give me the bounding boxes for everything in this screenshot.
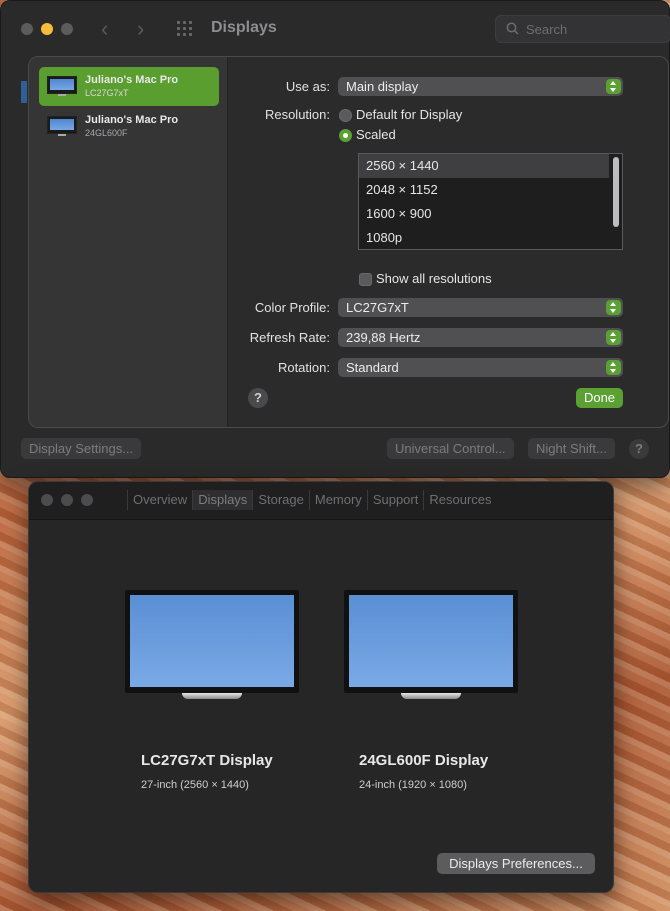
- monitor-spec: 27-inch (2560 × 1440): [141, 779, 249, 791]
- color-profile-popup[interactable]: LC27G7xT: [338, 298, 623, 317]
- scaled-resolution-radio[interactable]: [339, 129, 352, 142]
- resolution-list[interactable]: 2560 × 1440 2048 × 1152 1600 × 900 1080p: [358, 153, 623, 250]
- resolution-option[interactable]: 1080p: [359, 226, 609, 249]
- rotation-value: Standard: [346, 360, 399, 375]
- close-button[interactable]: [21, 23, 33, 35]
- zoom-button[interactable]: [81, 494, 93, 506]
- popup-arrows-icon: [606, 79, 621, 94]
- monitor-spec: 24-inch (1920 × 1080): [359, 779, 467, 791]
- popup-arrows-icon: [606, 300, 621, 315]
- color-profile-value: LC27G7xT: [346, 300, 409, 315]
- resolution-option[interactable]: 1600 × 900: [359, 202, 609, 226]
- color-profile-label: Color Profile:: [254, 300, 330, 315]
- display-item-model: LC27G7xT: [85, 88, 129, 98]
- tab-support[interactable]: Support: [366, 490, 424, 510]
- search-icon: [506, 22, 519, 35]
- about-tabbar: Overview Displays Storage Memory Support…: [127, 490, 497, 510]
- popup-arrows-icon: [606, 360, 621, 375]
- titlebar: ‹ › Displays Search: [1, 1, 670, 57]
- resolution-label: Resolution:: [264, 107, 330, 122]
- tab-storage[interactable]: Storage: [252, 490, 309, 510]
- default-resolution-label: Default for Display: [356, 107, 463, 122]
- monitor-illustration-lc27g7xt: [125, 590, 299, 705]
- search-field[interactable]: Search: [495, 15, 670, 43]
- about-titlebar: Overview Displays Storage Memory Support…: [29, 482, 613, 520]
- monitor-icon: [47, 116, 77, 136]
- display-settings-sheet: Juliano's Mac Pro LC27G7xT Juliano's Mac…: [28, 56, 669, 428]
- minimize-button[interactable]: [61, 494, 73, 506]
- about-this-mac-window: Overview Displays Storage Memory Support…: [28, 481, 614, 893]
- refresh-rate-popup[interactable]: 239,88 Hertz: [338, 328, 623, 347]
- show-all-grid-icon[interactable]: [177, 21, 195, 37]
- display-settings-button[interactable]: Display Settings...: [21, 438, 142, 459]
- display-item-model: 24GL600F: [85, 128, 128, 138]
- monitor-illustration-24gl600f: [344, 590, 518, 705]
- monitor-title: LC27G7xT Display: [141, 752, 273, 769]
- background-selection-strip: [21, 81, 27, 103]
- monitor-title: 24GL600F Display: [359, 752, 489, 769]
- resolution-list-scrollbar[interactable]: [613, 157, 619, 227]
- zoom-button[interactable]: [61, 23, 73, 35]
- show-all-resolutions-label: Show all resolutions: [376, 271, 492, 286]
- popup-arrows-icon: [606, 330, 621, 345]
- resolution-option[interactable]: 2560 × 1440: [359, 154, 609, 178]
- universal-control-button[interactable]: Universal Control...: [387, 438, 514, 459]
- done-button[interactable]: Done: [576, 388, 623, 408]
- tab-overview[interactable]: Overview: [127, 490, 192, 510]
- tab-resources[interactable]: Resources: [423, 490, 496, 510]
- monitor-icon: [47, 76, 77, 96]
- rotation-popup[interactable]: Standard: [338, 358, 623, 377]
- display-item-name: Juliano's Mac Pro: [85, 74, 179, 86]
- display-item-name: Juliano's Mac Pro: [85, 114, 179, 126]
- minimize-button[interactable]: [41, 23, 53, 35]
- use-as-label: Use as:: [285, 79, 330, 94]
- resolution-option[interactable]: 2048 × 1152: [359, 178, 609, 202]
- sheet-help-button[interactable]: ?: [248, 388, 268, 408]
- use-as-popup[interactable]: Main display: [338, 77, 623, 96]
- displays-prefs-window: ‹ › Displays Search Display Settings... …: [0, 0, 670, 478]
- default-resolution-radio[interactable]: [339, 109, 352, 122]
- scaled-resolution-label: Scaled: [356, 127, 396, 142]
- help-button[interactable]: ?: [629, 439, 649, 459]
- night-shift-button[interactable]: Night Shift...: [528, 438, 615, 459]
- refresh-rate-label: Refresh Rate:: [249, 330, 330, 345]
- search-placeholder: Search: [526, 22, 568, 37]
- forward-chevron-icon[interactable]: ›: [137, 15, 144, 43]
- tab-memory[interactable]: Memory: [308, 490, 367, 510]
- tab-displays[interactable]: Displays: [192, 490, 253, 510]
- refresh-rate-value: 239,88 Hertz: [346, 330, 421, 345]
- close-button[interactable]: [41, 494, 53, 506]
- show-all-resolutions-checkbox[interactable]: [359, 273, 372, 286]
- use-as-value: Main display: [346, 79, 419, 94]
- back-chevron-icon[interactable]: ‹: [101, 15, 108, 43]
- window-title: Displays: [211, 19, 277, 36]
- displays-preferences-button[interactable]: Displays Preferences...: [437, 853, 595, 874]
- rotation-label: Rotation:: [277, 360, 330, 375]
